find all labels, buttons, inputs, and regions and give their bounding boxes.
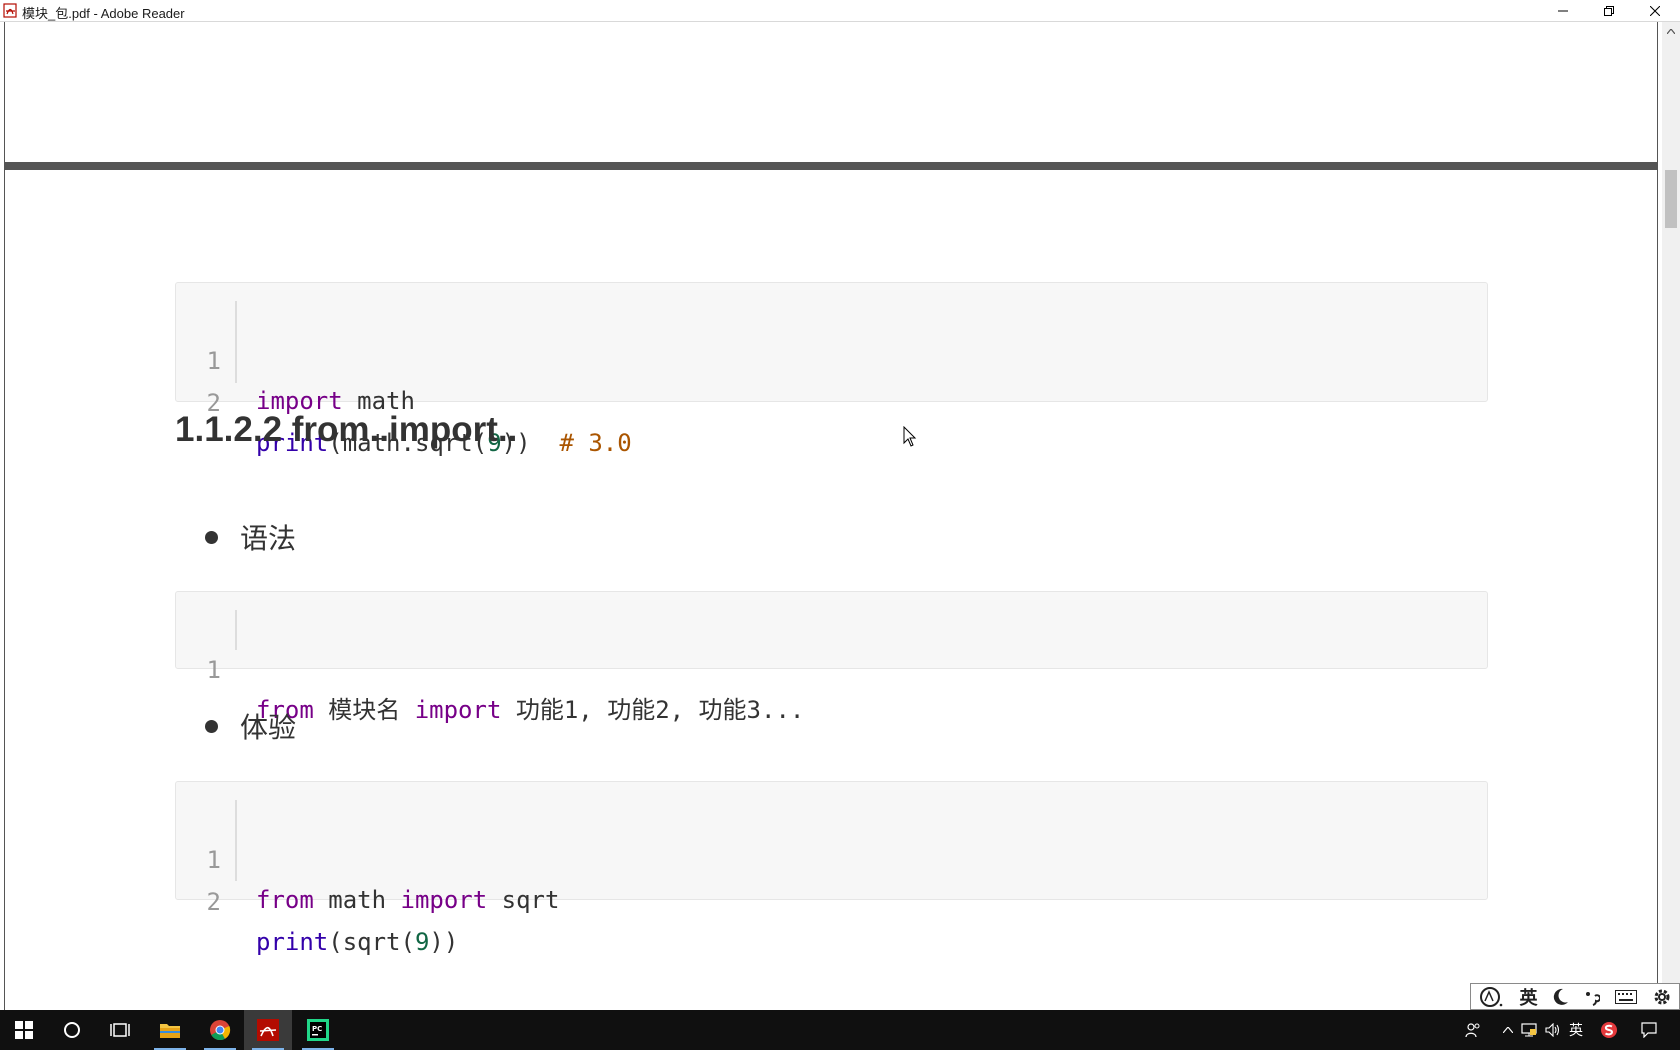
line-number: 1 bbox=[206, 656, 221, 684]
line-number: 2 bbox=[206, 888, 221, 916]
close-button[interactable] bbox=[1632, 0, 1678, 22]
moon-icon[interactable] bbox=[1553, 988, 1569, 1006]
restore-icon bbox=[1604, 6, 1614, 16]
bullet-dot bbox=[205, 531, 218, 545]
code-token: import bbox=[400, 886, 488, 914]
bullet-dot bbox=[205, 720, 218, 734]
code-text: print(sqrt(9)) bbox=[256, 922, 458, 962]
mouse-cursor-icon bbox=[903, 426, 917, 447]
minimize-icon bbox=[1558, 10, 1568, 12]
taskbar: PC 英 bbox=[0, 1010, 1680, 1050]
code-token: math bbox=[313, 886, 401, 914]
svg-text:PC: PC bbox=[312, 1025, 322, 1033]
task-view-icon bbox=[110, 1023, 130, 1037]
gear-icon[interactable] bbox=[1652, 987, 1672, 1007]
code-line: 2 print(math.sqrt(9)) # 3.0 bbox=[176, 343, 1487, 457]
network-icon bbox=[1521, 1023, 1537, 1037]
code-token: 9 bbox=[414, 928, 430, 956]
windows-logo-icon bbox=[15, 1021, 33, 1039]
cortana-circle-icon bbox=[64, 1022, 80, 1038]
code-token: import bbox=[414, 696, 502, 724]
bullet-label: 体验 bbox=[240, 712, 297, 743]
tray-network-button[interactable] bbox=[1518, 1010, 1540, 1050]
code-text: from 模块名 import 功能1, 功能2, 功能3... bbox=[256, 690, 804, 730]
code-block-example: 1 from math import sqrt 2 print(sqrt(9)) bbox=[175, 781, 1488, 956]
code-line: 1 from math import sqrt bbox=[176, 800, 1487, 914]
section-heading: 1.1.2.2 from..import.. bbox=[175, 410, 518, 449]
bullet-label: 语法 bbox=[240, 523, 297, 554]
code-block-syntax: 1 from 模块名 import 功能1, 功能2, 功能3... bbox=[175, 591, 1488, 724]
page-separator bbox=[4, 162, 1658, 170]
previous-page bbox=[4, 22, 1658, 162]
ime-language-toggle[interactable]: 英 bbox=[1520, 984, 1538, 1010]
code-block-import: 1 import math 2 print(math.sqrt(9)) # 3.… bbox=[175, 282, 1488, 457]
code-text: from math import sqrt bbox=[256, 880, 559, 920]
restore-button[interactable] bbox=[1586, 0, 1632, 22]
chevron-up-icon bbox=[1503, 1027, 1513, 1033]
people-icon bbox=[1465, 1023, 1480, 1038]
tray-volume-button[interactable] bbox=[1542, 1010, 1564, 1050]
folder-icon bbox=[160, 1024, 180, 1038]
tray-notifications-button[interactable] bbox=[1634, 1010, 1664, 1050]
code-token: 模块名 bbox=[313, 696, 415, 724]
code-token: # 3.0 bbox=[559, 429, 632, 457]
tray-input-language[interactable]: 英 bbox=[1566, 1010, 1586, 1050]
adobe-reader-icon bbox=[257, 1019, 279, 1041]
tray-people-button[interactable] bbox=[1460, 1010, 1486, 1050]
bullet-item-experience: 体验 bbox=[205, 706, 296, 746]
chrome-icon bbox=[210, 1020, 231, 1041]
code-token: 功能1, 功能2, 功能3... bbox=[501, 696, 805, 724]
code-token: (sqrt( bbox=[328, 928, 415, 956]
tray-overflow-button[interactable] bbox=[1498, 1010, 1518, 1050]
code-line: 2 print(sqrt(9)) bbox=[176, 842, 1487, 956]
scroll-thumb[interactable] bbox=[1665, 170, 1677, 228]
speaker-icon bbox=[1545, 1023, 1560, 1037]
code-token: print bbox=[256, 928, 329, 956]
start-button[interactable] bbox=[0, 1010, 48, 1050]
taskbar-pycharm[interactable]: PC bbox=[294, 1010, 342, 1050]
taskbar-chrome[interactable] bbox=[196, 1010, 244, 1050]
code-token: )) bbox=[429, 928, 459, 956]
code-token: sqrt bbox=[487, 886, 560, 914]
taskbar-adobe-reader[interactable] bbox=[244, 1010, 292, 1050]
code-line: 1 from 模块名 import 功能1, 功能2, 功能3... bbox=[176, 610, 1487, 724]
chevron-up-icon bbox=[1667, 28, 1675, 34]
title-bar: 模块_包.pdf - Adobe Reader bbox=[0, 0, 1680, 22]
punctuation-icon[interactable] bbox=[1584, 988, 1600, 1006]
sogou-icon bbox=[1601, 1022, 1617, 1038]
notification-icon bbox=[1641, 1022, 1657, 1038]
task-view-button[interactable] bbox=[96, 1010, 144, 1050]
scroll-up-button[interactable] bbox=[1662, 22, 1680, 40]
ime-logo-icon[interactable] bbox=[1479, 986, 1505, 1008]
close-icon bbox=[1650, 6, 1660, 16]
bullet-item-syntax: 语法 bbox=[205, 517, 296, 557]
ime-toolbar[interactable]: 英 bbox=[1470, 983, 1680, 1010]
pycharm-icon: PC bbox=[307, 1019, 329, 1041]
taskbar-file-explorer[interactable] bbox=[146, 1010, 194, 1050]
adobe-reader-icon bbox=[3, 3, 17, 18]
vertical-scrollbar[interactable] bbox=[1662, 22, 1680, 1010]
code-token: from bbox=[256, 886, 314, 914]
keyboard-icon[interactable] bbox=[1614, 989, 1637, 1004]
window-title: 模块_包.pdf - Adobe Reader bbox=[22, 6, 185, 21]
code-line: 1 import math bbox=[176, 301, 1487, 415]
search-button[interactable] bbox=[48, 1010, 96, 1050]
minimize-button[interactable] bbox=[1540, 0, 1586, 22]
tray-sogou-button[interactable] bbox=[1598, 1010, 1620, 1050]
